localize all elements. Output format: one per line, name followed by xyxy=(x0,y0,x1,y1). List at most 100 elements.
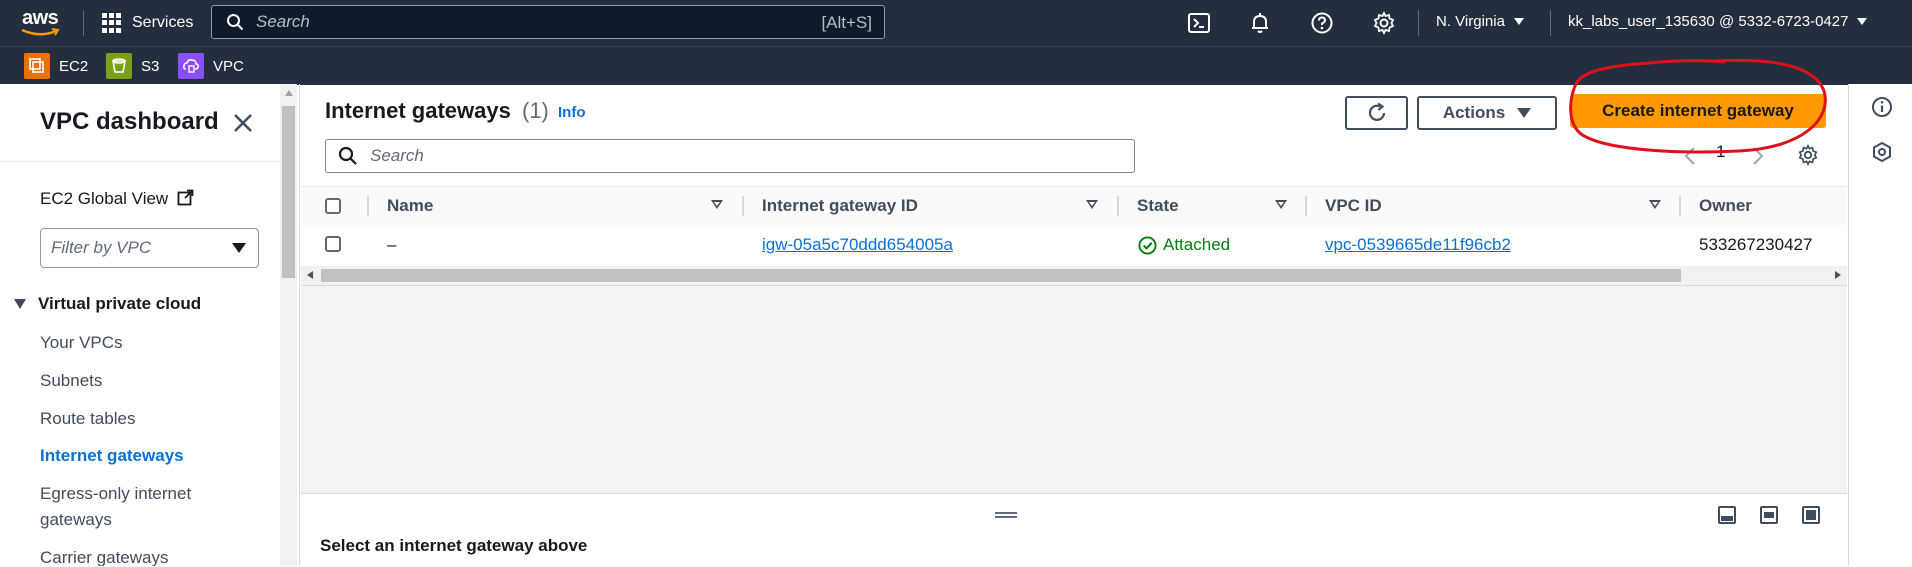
success-check-icon xyxy=(1138,235,1157,255)
info-panel-icon[interactable] xyxy=(1871,96,1893,118)
favorite-ec2[interactable]: EC2 xyxy=(24,53,89,79)
section-virtual-private-cloud[interactable]: Virtual private cloud xyxy=(14,294,201,314)
column-header-state[interactable]: State xyxy=(1137,196,1179,216)
horizontal-scrollbar-thumb[interactable] xyxy=(321,269,1681,282)
column-divider xyxy=(1679,196,1681,216)
cell-vpc-id-link[interactable]: vpc-0539665de11f96cb2 xyxy=(1325,235,1511,255)
column-header-vpc-id[interactable]: VPC ID xyxy=(1325,196,1382,216)
table-search[interactable] xyxy=(325,139,1135,173)
sidebar-item-internet-gateways[interactable]: Internet gateways xyxy=(40,443,184,469)
select-all-checkbox[interactable] xyxy=(325,198,341,214)
column-header-name[interactable]: Name xyxy=(387,196,433,216)
sort-icon[interactable] xyxy=(1275,200,1287,209)
sort-icon[interactable] xyxy=(711,200,723,209)
split-panel-resize-handle[interactable] xyxy=(995,512,1017,518)
notifications-bell-icon[interactable] xyxy=(1248,11,1272,35)
global-search[interactable]: [Alt+S] xyxy=(211,5,885,39)
aws-smile-icon xyxy=(21,28,60,36)
favorite-s3-label: S3 xyxy=(141,57,160,75)
sidebar-item-your-vpcs[interactable]: Your VPCs xyxy=(40,330,123,356)
aws-logo[interactable]: aws xyxy=(20,6,64,40)
favorite-vpc[interactable]: VPC xyxy=(178,53,244,79)
search-icon xyxy=(227,14,244,31)
filter-by-vpc-placeholder: Filter by VPC xyxy=(51,238,152,257)
split-panel-maximize-icon[interactable] xyxy=(1802,506,1820,524)
region-selector[interactable]: N. Virginia xyxy=(1436,13,1524,30)
column-divider xyxy=(1117,196,1119,216)
column-divider xyxy=(742,196,744,216)
scroll-right-arrow-icon[interactable] xyxy=(1835,271,1841,279)
table-empty-area xyxy=(301,286,1847,493)
top-navigation: aws Services [Alt+S] xyxy=(0,0,1912,46)
sort-icon[interactable] xyxy=(1649,200,1661,209)
table-header: Name Internet gateway ID State VPC ID Ow… xyxy=(301,186,1847,226)
cell-owner: 533267230427 xyxy=(1699,235,1813,254)
services-label: Services xyxy=(132,14,194,31)
favorite-ec2-label: EC2 xyxy=(59,57,89,75)
region-label: N. Virginia xyxy=(1436,13,1505,30)
cell-internet-gateway-id-link[interactable]: igw-05a5c70ddd654005a xyxy=(762,235,953,255)
column-header-owner[interactable]: Owner xyxy=(1699,196,1752,216)
sidebar-item-subnets[interactable]: Subnets xyxy=(40,368,102,394)
vpc-icon xyxy=(178,53,204,79)
ec2-global-view-link[interactable]: EC2 Global View xyxy=(40,189,194,209)
sort-icon[interactable] xyxy=(1086,200,1098,209)
table-row[interactable]: – igw-05a5c70ddd654005a Attached vpc-053… xyxy=(301,225,1847,265)
item-count: (1) xyxy=(522,98,549,123)
sidebar-scrollbar-thumb[interactable] xyxy=(282,106,295,278)
help-icon[interactable] xyxy=(1310,11,1334,35)
caret-down-icon xyxy=(1857,18,1868,25)
tools-rail xyxy=(1848,84,1912,566)
row-checkbox[interactable] xyxy=(325,236,341,252)
sidebar-scrollbar[interactable] xyxy=(280,84,297,566)
sidebar-item-carrier-gateways[interactable]: Carrier gateways xyxy=(40,545,169,566)
cloudshell-icon[interactable] xyxy=(1187,11,1211,35)
scroll-left-arrow-icon[interactable] xyxy=(307,271,313,279)
external-link-icon xyxy=(177,189,194,206)
s3-icon xyxy=(106,53,132,79)
page-number[interactable]: 1 xyxy=(1716,142,1725,162)
search-icon xyxy=(338,146,357,165)
global-search-input[interactable] xyxy=(254,11,778,33)
explore-hexagon-icon[interactable] xyxy=(1871,141,1893,163)
cell-state: Attached xyxy=(1138,235,1230,255)
create-internet-gateway-button[interactable]: Create internet gateway xyxy=(1570,94,1826,128)
sidebar-item-egress-only-internet-gateways[interactable]: Egress-only internet gateways xyxy=(40,481,240,533)
close-icon[interactable] xyxy=(231,111,255,135)
column-divider xyxy=(1305,196,1307,216)
aws-logo-text: aws xyxy=(22,7,59,29)
caret-down-icon xyxy=(232,243,246,253)
settings-gear-icon[interactable] xyxy=(1372,11,1396,35)
refresh-button[interactable] xyxy=(1345,96,1408,130)
page-title: Internet gateways xyxy=(325,98,511,123)
previous-page-icon[interactable] xyxy=(1683,146,1697,166)
account-label: kk_labs_user_135630 @ 5332-6723-0427 xyxy=(1568,13,1849,30)
nav-divider xyxy=(1418,10,1419,36)
scroll-up-arrow-icon[interactable] xyxy=(285,90,293,96)
account-menu[interactable]: kk_labs_user_135630 @ 5332-6723-0427 xyxy=(1568,13,1868,30)
table-search-input[interactable] xyxy=(368,145,1072,167)
search-shortcut-hint: [Alt+S] xyxy=(821,13,872,32)
content-divider xyxy=(299,84,300,566)
sidebar-item-route-tables[interactable]: Route tables xyxy=(40,406,135,432)
actions-button[interactable]: Actions xyxy=(1417,96,1557,130)
info-link[interactable]: Info xyxy=(558,104,586,121)
filter-by-vpc-select[interactable]: Filter by VPC xyxy=(40,228,259,268)
column-header-internet-gateway-id[interactable]: Internet gateway ID xyxy=(762,196,918,216)
services-menu-button[interactable]: Services xyxy=(102,12,193,34)
favorites-bar: EC2 S3 VPC xyxy=(0,46,1912,85)
table-horizontal-scrollbar[interactable] xyxy=(301,266,1847,286)
split-panel-side-layout-icon[interactable] xyxy=(1760,506,1778,524)
ec2-icon xyxy=(24,53,50,79)
favorite-s3[interactable]: S3 xyxy=(106,53,160,79)
next-page-icon[interactable] xyxy=(1751,146,1765,166)
nav-divider xyxy=(83,10,84,36)
refresh-icon xyxy=(1368,102,1385,121)
split-panel-bottom-layout-icon[interactable] xyxy=(1718,506,1736,524)
expand-caret-icon xyxy=(14,299,26,309)
table-preferences-gear-icon[interactable] xyxy=(1797,144,1819,166)
cell-name: – xyxy=(387,235,397,254)
column-divider xyxy=(367,196,369,216)
caret-down-icon xyxy=(1517,108,1532,118)
ec2-global-view-label: EC2 Global View xyxy=(40,189,169,208)
